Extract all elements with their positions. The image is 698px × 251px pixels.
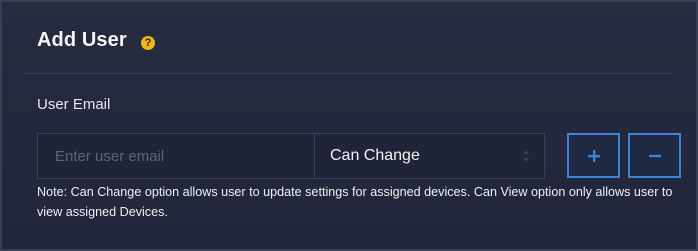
email-permission-group: Can Change (37, 133, 545, 179)
permission-select[interactable]: Can Change (316, 134, 544, 178)
add-user-panel: Add User ? User Email Can Change (0, 0, 698, 251)
panel-header: Add User ? (2, 2, 696, 72)
permission-note: Note: Can Change option allows user to u… (37, 185, 673, 219)
minus-icon (630, 135, 679, 176)
header-divider (24, 73, 672, 74)
add-user-button[interactable] (567, 133, 620, 178)
user-email-label: User Email (37, 96, 111, 113)
plus-icon (569, 135, 618, 176)
page-title: Add User (37, 29, 127, 51)
remove-user-button[interactable] (628, 133, 681, 178)
select-arrows-icon (523, 150, 529, 162)
question-circle-icon[interactable]: ? (141, 36, 155, 50)
permission-selected-value: Can Change (330, 147, 420, 164)
user-email-input[interactable] (38, 134, 315, 178)
